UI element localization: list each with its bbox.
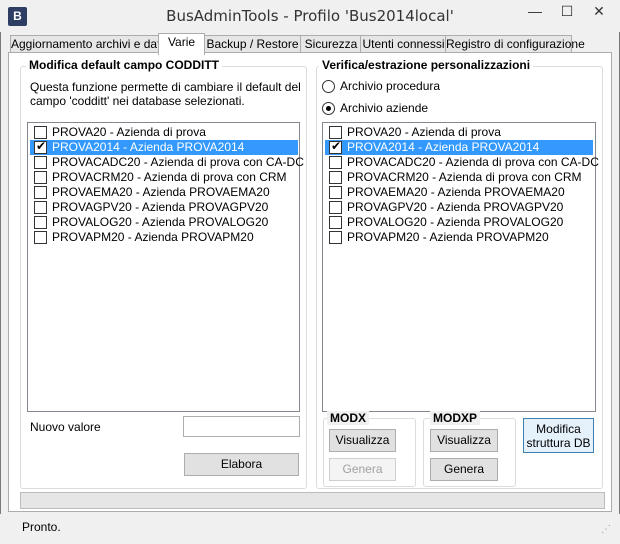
list-item[interactable]: PROVACRM20 - Azienda di prova con CRM: [325, 170, 593, 185]
archivio-procedura-radio[interactable]: [322, 80, 335, 93]
progress-bar: [20, 492, 605, 509]
list-item-label: PROVACADC20 - Azienda di prova con CA-DC: [347, 155, 599, 169]
tab-varie[interactable]: Varie: [158, 33, 205, 55]
list-item-label: PROVALOG20 - Azienda PROVALOG20: [347, 215, 564, 229]
list-item[interactable]: PROVALOG20 - Azienda PROVALOG20: [325, 215, 593, 230]
list-item[interactable]: PROVALOG20 - Azienda PROVALOG20: [30, 215, 298, 230]
checkbox[interactable]: [329, 216, 342, 229]
checkbox[interactable]: [34, 201, 47, 214]
archivio-aziende-radio[interactable]: [322, 102, 335, 115]
list-item-label: PROVA20 - Azienda di prova: [52, 125, 206, 139]
list-item[interactable]: PROVA20 - Azienda di prova: [30, 125, 298, 140]
list-item-label: PROVAGPV20 - Azienda PROVAGPV20: [52, 200, 269, 214]
new-value-input[interactable]: [183, 416, 300, 437]
list-item-label: PROVAPM20 - Azienda PROVAPM20: [347, 230, 549, 244]
checkbox[interactable]: [34, 231, 47, 244]
checkbox[interactable]: [329, 171, 342, 184]
radio-selected-dot: [326, 106, 331, 111]
list-item-label: PROVA20 - Azienda di prova: [347, 125, 501, 139]
archivio-procedura-label[interactable]: Archivio procedura: [340, 79, 440, 93]
maximize-button[interactable]: ☐: [552, 2, 582, 22]
modifica-struttura-db-button[interactable]: Modifica struttura DB: [523, 418, 594, 453]
modxp-genera-button[interactable]: Genera: [430, 458, 498, 481]
status-text: Pronto.: [22, 520, 61, 534]
list-item[interactable]: PROVACRM20 - Azienda di prova con CRM: [30, 170, 298, 185]
modxp-group-title: MODXP: [430, 411, 481, 425]
resize-grip-icon[interactable]: ⋰: [601, 524, 611, 535]
codditt-description-line1: Questa funzione permette di cambiare il …: [30, 80, 301, 94]
list-item[interactable]: PROVAGPV20 - Azienda PROVAGPV20: [325, 200, 593, 215]
personalizzazioni-group-title: Verifica/estrazione personalizzazioni: [319, 58, 534, 72]
checkmark-icon: ✔: [36, 139, 47, 153]
modifica-struttura-db-line1: Modifica: [536, 422, 581, 436]
tab-strip: Aggiornamento archivi e dati Varie Backu…: [8, 33, 612, 55]
list-item-label: PROVALOG20 - Azienda PROVALOG20: [52, 215, 269, 229]
list-item-label: PROVA2014 - Azienda PROVA2014: [52, 140, 245, 154]
checkmark-icon: ✔: [331, 139, 342, 153]
aziende-database-list[interactable]: PROVA20 - Azienda di prova ✔ PROVA2014 - A…: [322, 122, 599, 412]
list-item-label: PROVAPM20 - Azienda PROVAPM20: [52, 230, 254, 244]
modx-group-title: MODX: [327, 411, 369, 425]
checkbox[interactable]: [329, 186, 342, 199]
list-item-label: PROVACRM20 - Azienda di prova con CRM: [347, 170, 582, 184]
list-item[interactable]: PROVAPM20 - Azienda PROVAPM20: [325, 230, 593, 245]
checkbox-checked[interactable]: ✔: [34, 139, 47, 154]
list-item-label: PROVAEMA20 - Azienda PROVAEMA20: [347, 185, 565, 199]
modifica-struttura-db-line2: struttura DB: [526, 436, 591, 450]
codditt-description-line2: campo 'codditt' nei database selezionati…: [30, 94, 245, 108]
list-item[interactable]: PROVA20 - Azienda di prova: [325, 125, 593, 140]
modx-visualizza-button[interactable]: Visualizza: [329, 429, 396, 452]
checkbox-checked[interactable]: ✔: [329, 139, 342, 154]
list-item-label: PROVAEMA20 - Azienda PROVAEMA20: [52, 185, 270, 199]
list-item[interactable]: ✔ PROVA2014 - Azienda PROVA2014: [325, 139, 593, 155]
checkbox[interactable]: [329, 231, 342, 244]
checkbox[interactable]: [34, 186, 47, 199]
list-item[interactable]: PROVAGPV20 - Azienda PROVAGPV20: [30, 200, 298, 215]
list-item[interactable]: PROVACADC20 - Azienda di prova con CA-DC: [30, 155, 304, 170]
list-item[interactable]: PROVAEMA20 - Azienda PROVAEMA20: [325, 185, 593, 200]
status-bar: Pronto. ⋰: [0, 514, 620, 544]
checkbox[interactable]: [329, 156, 342, 169]
archivio-aziende-label[interactable]: Archivio aziende: [340, 101, 428, 115]
modx-genera-button[interactable]: Genera: [329, 458, 396, 481]
checkbox[interactable]: [329, 201, 342, 214]
checkbox[interactable]: [34, 156, 47, 169]
list-item[interactable]: PROVAPM20 - Azienda PROVAPM20: [30, 230, 298, 245]
list-item-label: PROVACADC20 - Azienda di prova con CA-DC: [52, 155, 304, 169]
list-item-label: PROVAGPV20 - Azienda PROVAGPV20: [347, 200, 564, 214]
list-item-label: PROVACRM20 - Azienda di prova con CRM: [52, 170, 287, 184]
checkbox[interactable]: [329, 126, 342, 139]
title-bar[interactable]: B BusAdminTools - Profilo 'Bus2014local'…: [0, 0, 620, 32]
list-item[interactable]: PROVAEMA20 - Azienda PROVAEMA20: [30, 185, 298, 200]
close-button[interactable]: ✕: [584, 2, 614, 22]
codditt-database-list[interactable]: PROVA20 - Azienda di prova ✔ PROVA2014 - A…: [27, 122, 304, 412]
modxp-visualizza-button[interactable]: Visualizza: [430, 429, 498, 452]
checkbox[interactable]: [34, 126, 47, 139]
checkbox[interactable]: [34, 216, 47, 229]
checkbox[interactable]: [34, 171, 47, 184]
list-item-label: PROVA2014 - Azienda PROVA2014: [347, 140, 540, 154]
list-item[interactable]: PROVACADC20 - Azienda di prova con CA-DC: [325, 155, 599, 170]
elabora-button[interactable]: Elabora: [184, 453, 299, 476]
codditt-group-title: Modifica default campo CODDITT: [26, 58, 223, 72]
list-item[interactable]: ✔ PROVA2014 - Azienda PROVA2014: [30, 139, 298, 155]
minimize-button[interactable]: —: [520, 2, 550, 22]
new-value-label: Nuovo valore: [30, 420, 101, 434]
